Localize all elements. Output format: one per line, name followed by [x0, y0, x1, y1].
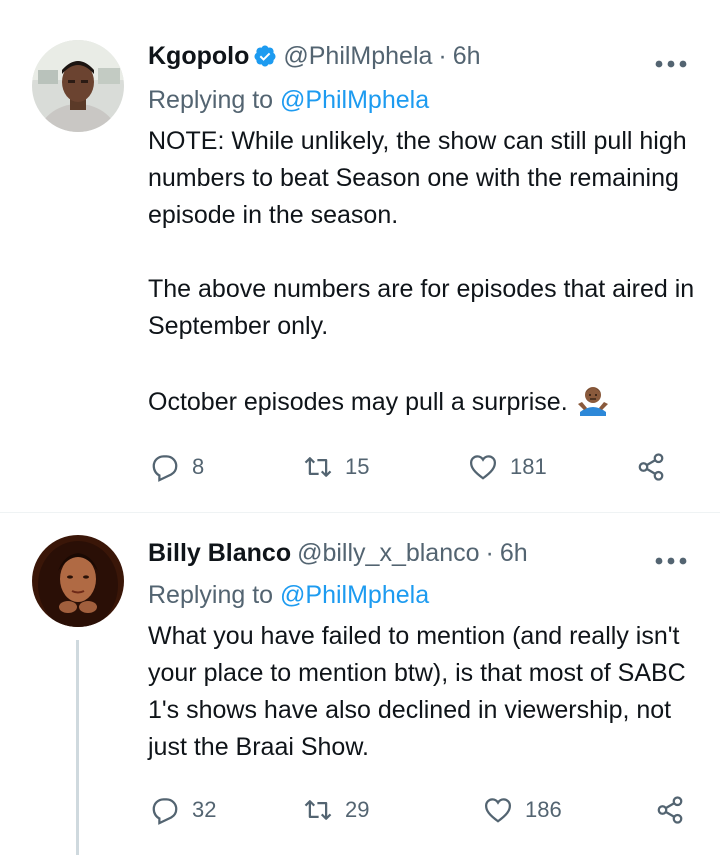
retweet-count: 15 [345, 454, 370, 479]
retweet-button[interactable]: 29 [303, 795, 483, 825]
replying-to-mention[interactable]: @PhilMphela [280, 581, 429, 609]
tweet-paragraph: The above numbers are for episodes that … [148, 275, 695, 340]
like-count: 186 [525, 797, 562, 822]
tweet-header: Kgopolo @PhilMphela · 6h [148, 40, 481, 72]
replying-to: Replying to @PhilMphela [148, 84, 429, 116]
handle[interactable]: @PhilMphela [283, 40, 432, 72]
person-shrugging-icon [577, 387, 608, 416]
share-button[interactable] [655, 795, 685, 825]
retweet-icon [304, 457, 332, 477]
reply-icon [152, 798, 178, 825]
heart-icon [469, 455, 497, 480]
tweet-paragraph: NOTE: While unlikely, the show can still… [148, 127, 687, 229]
share-button[interactable] [636, 452, 666, 482]
reply-button[interactable]: 8 [150, 452, 303, 482]
tweet-divider [0, 512, 720, 513]
tweet-text: NOTE: While unlikely, the show can still… [148, 123, 703, 421]
reply-button[interactable]: 32 [150, 795, 303, 825]
tweet-text: What you have failed to mention (and rea… [148, 618, 708, 766]
like-button[interactable]: 181 [468, 452, 636, 482]
share-icon [638, 453, 664, 481]
heart-icon [484, 798, 512, 823]
avatar[interactable] [32, 535, 124, 627]
avatar[interactable] [32, 40, 124, 132]
tweet-paragraph: What you have failed to mention (and rea… [148, 622, 686, 761]
timestamp[interactable]: 6h [500, 537, 528, 569]
timestamp[interactable]: 6h [453, 40, 481, 72]
more-options-icon[interactable] [654, 547, 688, 567]
retweet-count: 29 [345, 797, 370, 822]
like-count: 181 [510, 454, 547, 479]
tweet-paragraph: October episodes may pull a surprise. [148, 382, 703, 421]
reply-count: 32 [192, 797, 217, 822]
verified-badge-icon [254, 45, 276, 67]
tweet-actions: 8 15 181 [150, 452, 666, 482]
tweet-header: Billy Blanco @billy_x_blanco · 6h [148, 537, 528, 569]
thread-line [76, 640, 79, 855]
reply-count: 8 [192, 454, 205, 479]
tweet-actions: 32 29 186 [150, 795, 685, 825]
separator-dot: · [438, 42, 447, 70]
retweet-button[interactable]: 15 [303, 452, 468, 482]
display-name[interactable]: Billy Blanco [148, 537, 291, 569]
more-options-icon[interactable] [654, 50, 688, 70]
handle[interactable]: @billy_x_blanco [297, 537, 479, 569]
separator-dot: · [485, 539, 494, 567]
tweet-paragraph-text: October episodes may pull a surprise. [148, 388, 568, 416]
replying-to: Replying to @PhilMphela [148, 579, 429, 611]
retweet-icon [304, 800, 332, 820]
display-name[interactable]: Kgopolo [148, 40, 249, 72]
replying-to-mention[interactable]: @PhilMphela [280, 86, 429, 114]
replying-to-label: Replying to [148, 581, 274, 609]
like-button[interactable]: 186 [483, 795, 655, 825]
share-icon [657, 796, 683, 824]
reply-icon [152, 455, 178, 482]
replying-to-label: Replying to [148, 86, 274, 114]
